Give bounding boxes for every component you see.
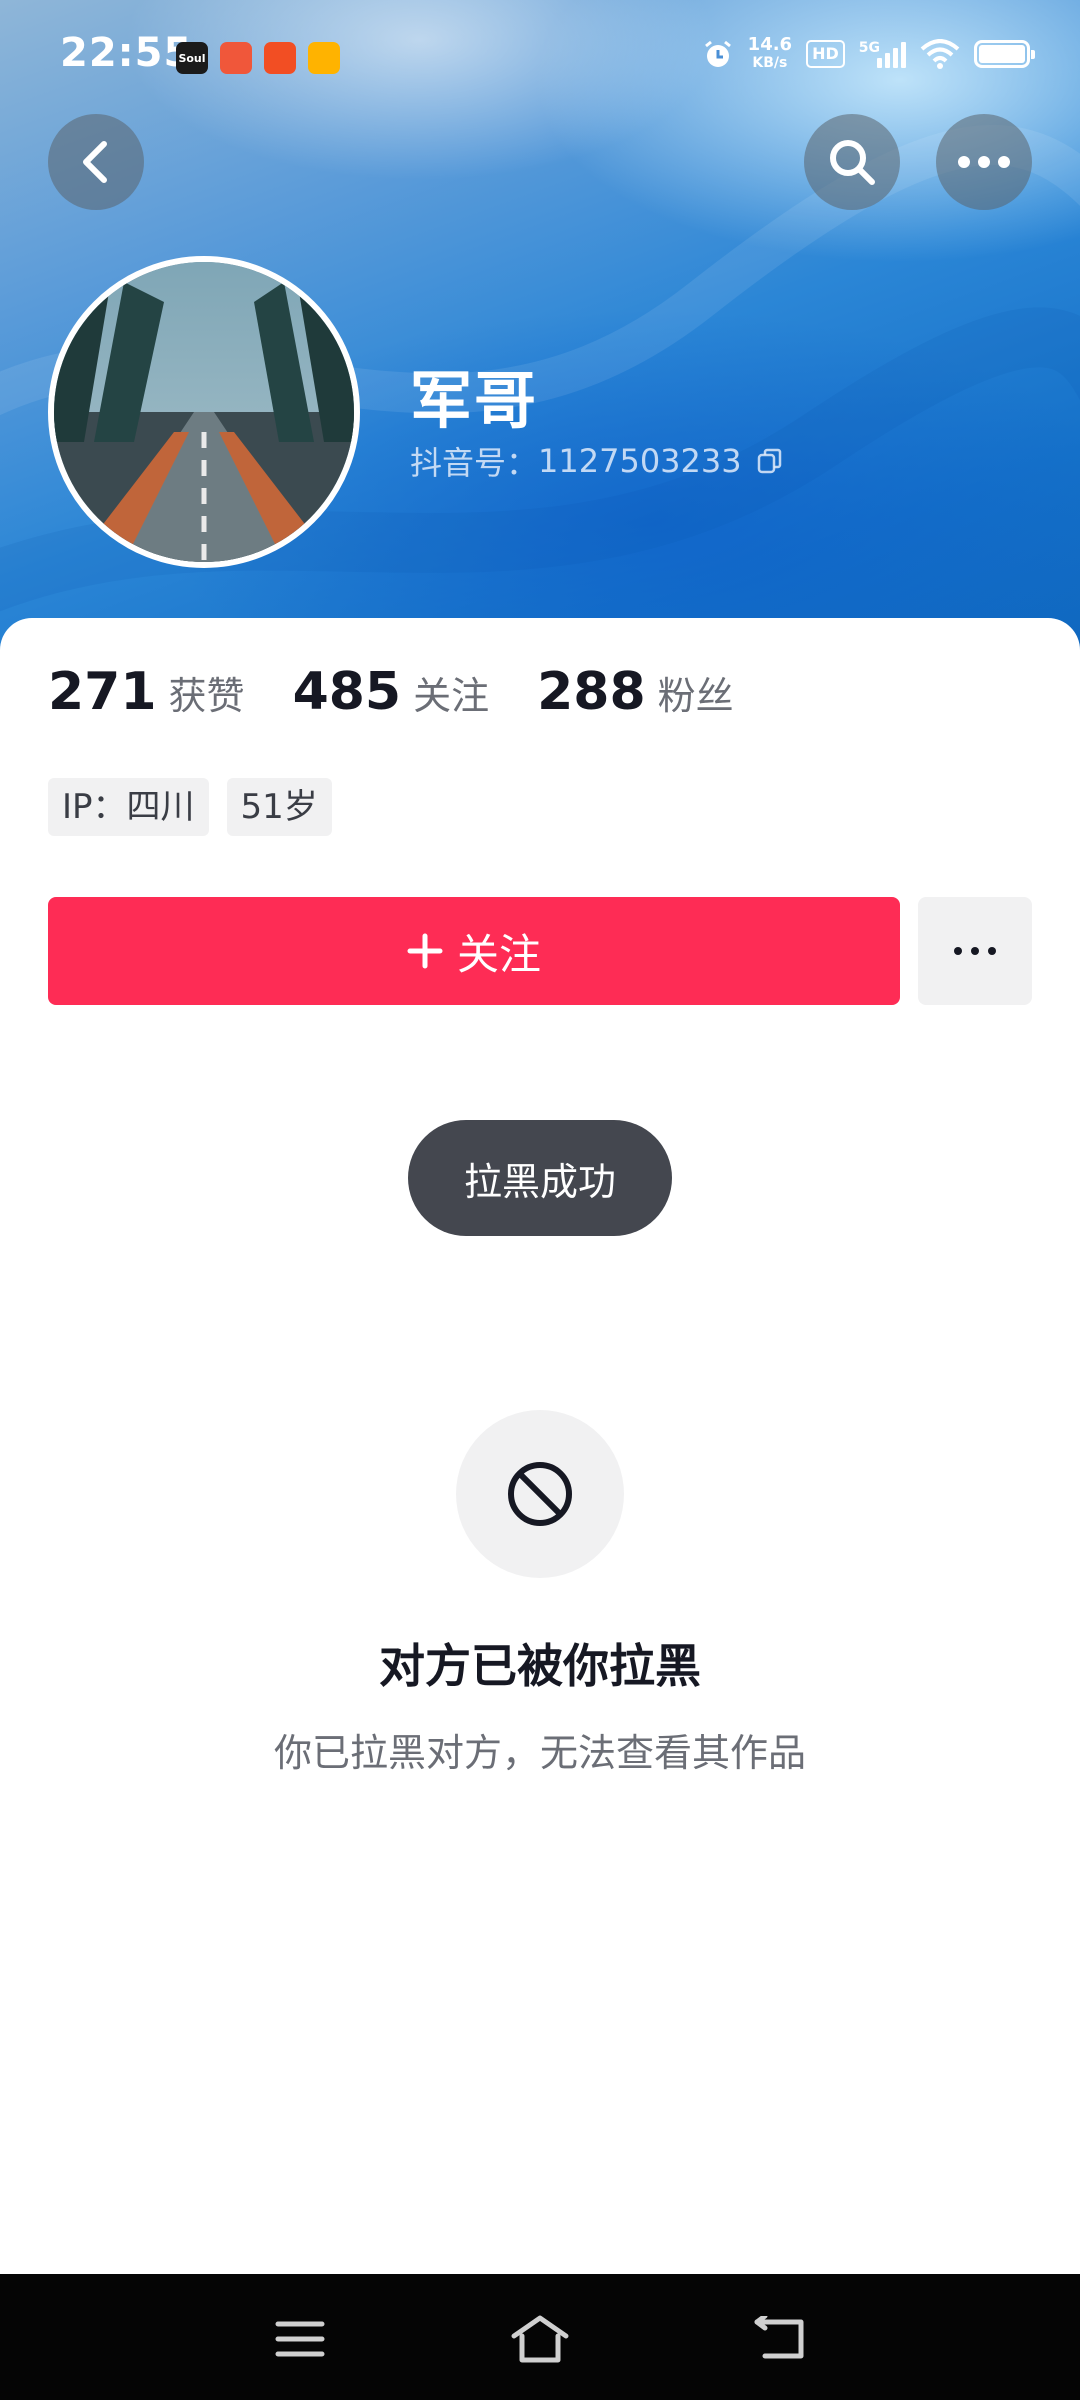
douyin-id-value: 1127503233 — [538, 442, 742, 480]
chevron-left-icon — [83, 141, 107, 183]
nav-menu-button[interactable] — [265, 2304, 335, 2374]
stat-followers-count: 288 — [537, 662, 646, 722]
stat-following[interactable]: 485 关注 — [293, 662, 490, 722]
blocked-description: 你已拉黑对方，无法查看其作品 — [273, 1731, 806, 1775]
cellular-signal-icon: 5G — [859, 40, 906, 68]
network-speed: 14.6 KB/s — [747, 34, 793, 72]
profile-screen: 22:55 Soul 14.6 KB/s HD 5G 军哥 抖音号： 11275… — [0, 0, 1080, 2400]
follow-label: 关注 — [456, 929, 541, 979]
block-icon — [508, 1462, 572, 1526]
tag-age: 51岁 — [226, 778, 332, 836]
profile-tags: IP：四川 51岁 — [48, 778, 332, 836]
home-icon — [511, 2315, 569, 2363]
stat-likes[interactable]: 271 获赞 — [48, 662, 245, 722]
stat-likes-count: 271 — [48, 662, 157, 722]
follow-button[interactable]: 关注 — [48, 897, 900, 1005]
toast-message: 拉黑成功 — [408, 1120, 672, 1236]
status-time: 22:55 — [60, 30, 193, 76]
app-icon-4 — [308, 42, 340, 74]
nickname: 军哥 — [410, 364, 539, 437]
douyin-id[interactable]: 抖音号： 1127503233 — [410, 438, 784, 484]
blocked-icon-container — [456, 1410, 624, 1578]
notification-app-icons: Soul — [176, 42, 340, 74]
back-button[interactable] — [48, 114, 144, 210]
system-nav-bar — [0, 2274, 1080, 2400]
more-dots-icon — [954, 947, 996, 955]
stat-following-label: 关注 — [413, 674, 490, 718]
nav-home-button[interactable] — [505, 2304, 575, 2374]
search-button[interactable] — [804, 114, 900, 210]
search-icon — [830, 140, 875, 185]
avatar[interactable] — [48, 256, 360, 568]
app-icon-2 — [220, 42, 252, 74]
copy-icon[interactable] — [756, 447, 784, 475]
douyin-id-label: 抖音号： — [410, 444, 539, 482]
status-bar: 22:55 Soul 14.6 KB/s HD 5G — [0, 0, 1080, 110]
hd-badge: HD — [806, 40, 845, 68]
stats-row: 271 获赞 485 关注 288 粉丝 — [48, 662, 782, 722]
more-dots-icon — [958, 156, 1010, 168]
blocked-title: 对方已被你拉黑 — [379, 1639, 701, 1693]
stat-followers[interactable]: 288 粉丝 — [537, 662, 734, 722]
app-icon-3 — [264, 42, 296, 74]
stat-following-count: 485 — [292, 662, 402, 722]
profile-options-button[interactable] — [918, 897, 1032, 1005]
battery-icon — [974, 40, 1035, 68]
plus-icon — [407, 933, 443, 969]
alarm-icon — [704, 40, 731, 67]
tag-ip-location: IP：四川 — [48, 778, 209, 836]
avatar-image — [54, 262, 354, 562]
stat-likes-label: 获赞 — [168, 674, 245, 718]
soul-app-icon: Soul — [176, 42, 208, 74]
stat-followers-label: 粉丝 — [657, 674, 734, 718]
menu-icon — [275, 2321, 325, 2357]
status-indicators: 14.6 KB/s HD 5G — [702, 34, 1035, 72]
back-arrow-icon — [754, 2316, 804, 2359]
nav-back-button[interactable] — [745, 2304, 815, 2374]
wifi-icon — [920, 39, 960, 69]
more-button[interactable] — [936, 114, 1032, 210]
